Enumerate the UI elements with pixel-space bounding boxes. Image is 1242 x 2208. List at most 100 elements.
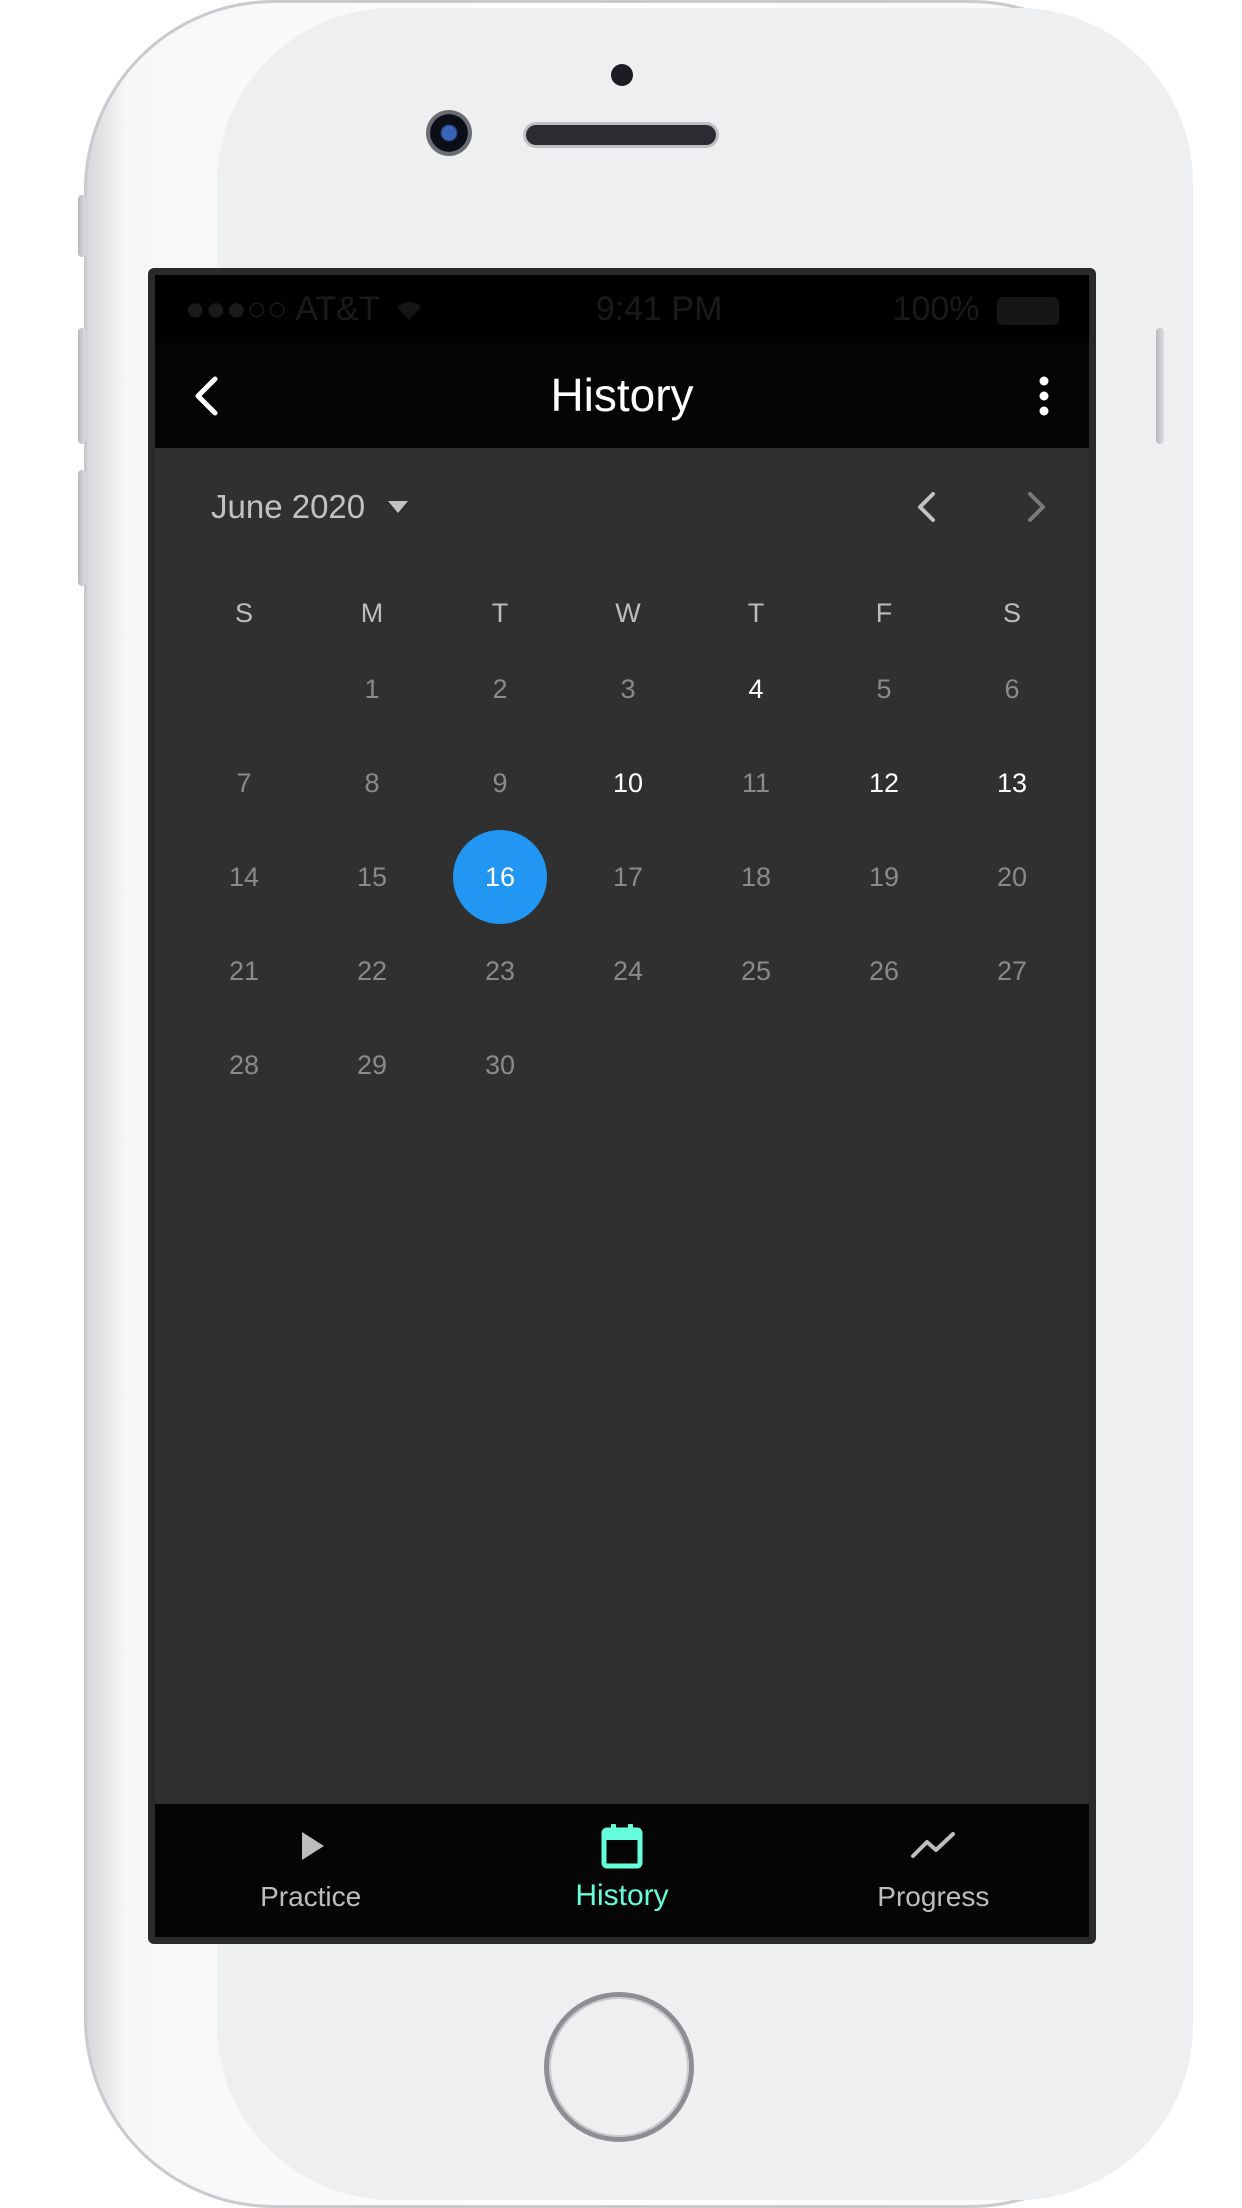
calendar-grid: 1 2 3 4 5 6 7 8 9 10 11 12 13 14 15 16 17 18 19 20 21 22 23 24 2… — [180, 642, 1076, 1112]
calendar-day-number: 19 — [868, 861, 900, 892]
previous-month-button[interactable] — [902, 482, 952, 532]
calendar-day-number: 5 — [876, 673, 892, 704]
calendar-day-number: 10 — [612, 767, 644, 798]
calendar-day-number: 25 — [740, 955, 772, 986]
calendar-day-number: 16 — [453, 830, 547, 924]
calendar-day-23[interactable]: 23 — [436, 924, 564, 1018]
calendar-day-14[interactable]: 14 — [180, 830, 308, 924]
nav-label: Practice — [260, 1881, 362, 1912]
caret-down-icon[interactable] — [386, 498, 410, 516]
calendar-day-7[interactable]: 7 — [180, 736, 308, 830]
earpiece-speaker — [526, 125, 716, 145]
calendar-empty-cell — [692, 1018, 820, 1112]
screen: ●●●○○ AT&T 9:41 PM 100% History June 202… — [148, 268, 1096, 1944]
calendar-day-4[interactable]: 4 — [692, 642, 820, 736]
calendar-day-24[interactable]: 24 — [564, 924, 692, 1018]
calendar-day-number: 30 — [484, 1049, 516, 1080]
play-icon — [301, 1832, 324, 1860]
calendar-week-row: 28 29 30 — [180, 1018, 1076, 1112]
calendar-day-number: 29 — [356, 1049, 388, 1080]
weekday-label: T — [491, 598, 509, 628]
calendar-day-15[interactable]: 15 — [308, 830, 436, 924]
calendar-day-19[interactable]: 19 — [820, 830, 948, 924]
power-button — [1156, 328, 1164, 444]
calendar-day-28[interactable]: 28 — [180, 1018, 308, 1112]
calendar-day-12[interactable]: 12 — [820, 736, 948, 830]
proximity-sensor — [611, 64, 633, 86]
calendar-empty-cell — [564, 1018, 692, 1112]
calendar-day-number: 2 — [492, 673, 508, 704]
calendar-day-8[interactable]: 8 — [308, 736, 436, 830]
weekday-label: F — [875, 598, 893, 628]
calendar-day-number: 24 — [612, 955, 644, 986]
calendar-day-number: 8 — [364, 767, 380, 798]
nav-practice[interactable]: Practice — [155, 1804, 466, 1937]
weekday-label: M — [360, 598, 384, 628]
weekday-label: T — [747, 598, 765, 628]
front-camera — [430, 114, 468, 152]
mute-switch — [78, 195, 86, 257]
trending-up-icon — [911, 1832, 956, 1858]
calendar-empty-cell — [820, 1018, 948, 1112]
calendar-day-number: 13 — [996, 767, 1028, 798]
calendar-day-number: 27 — [996, 955, 1028, 986]
calendar-day-21[interactable]: 21 — [180, 924, 308, 1018]
battery-status: 100% — [893, 290, 1059, 329]
calendar-day-25[interactable]: 25 — [692, 924, 820, 1018]
calendar-day-number: 1 — [364, 673, 380, 704]
calendar-day-number: 9 — [492, 767, 508, 798]
app-screen: ●●●○○ AT&T 9:41 PM 100% History June 202… — [155, 275, 1089, 1937]
weekday-label: W — [615, 598, 641, 628]
home-button[interactable] — [549, 1997, 689, 2137]
calendar-day-29[interactable]: 29 — [308, 1018, 436, 1112]
wifi-icon — [396, 302, 421, 320]
calendar-day-6[interactable]: 6 — [948, 642, 1076, 736]
weekday-label: S — [234, 598, 253, 628]
weekday-label: S — [1002, 598, 1021, 628]
calendar-day-number: 14 — [228, 861, 260, 892]
calendar-day-number: 26 — [868, 955, 900, 986]
nav-progress[interactable]: Progress — [778, 1804, 1089, 1937]
calendar-day-number: 6 — [1004, 673, 1020, 704]
nav-history[interactable]: History — [466, 1804, 777, 1937]
calendar-day-5[interactable]: 5 — [820, 642, 948, 736]
calendar-day-17[interactable]: 17 — [564, 830, 692, 924]
status-bar: ●●●○○ AT&T 9:41 PM 100% — [155, 275, 1089, 343]
battery-percent: 100% — [892, 289, 980, 328]
weekday-header: S M T W T F S — [180, 583, 1076, 643]
calendar-day-1[interactable]: 1 — [308, 642, 436, 736]
calendar-day-27[interactable]: 27 — [948, 924, 1076, 1018]
nav-label: Progress — [877, 1881, 990, 1912]
calendar-day-3[interactable]: 3 — [564, 642, 692, 736]
calendar-day-number: 12 — [868, 767, 900, 798]
calendar-day-number: 28 — [228, 1049, 260, 1080]
calendar-day-30[interactable]: 30 — [436, 1018, 564, 1112]
calendar-day-9[interactable]: 9 — [436, 736, 564, 830]
calendar-day-16[interactable]: 16 — [436, 830, 564, 924]
calendar-day-22[interactable]: 22 — [308, 924, 436, 1018]
calendar-day-number: 3 — [620, 673, 636, 704]
calendar-day-20[interactable]: 20 — [948, 830, 1076, 924]
bottom-navigation: Practice History Progress — [155, 1804, 1089, 1937]
month-dropdown[interactable]: June 2020 — [211, 448, 365, 566]
calendar-day-2[interactable]: 2 — [436, 642, 564, 736]
calendar-day-11[interactable]: 11 — [692, 736, 820, 830]
calendar-icon — [601, 1824, 643, 1869]
calendar-day-26[interactable]: 26 — [820, 924, 948, 1018]
calendar-day-18[interactable]: 18 — [692, 830, 820, 924]
page-title: History — [550, 369, 694, 421]
next-month-button[interactable] — [1011, 482, 1061, 532]
calendar-week-row: 7 8 9 10 11 12 13 — [180, 736, 1076, 830]
calendar-day-number: 7 — [236, 767, 252, 798]
calendar-day-10[interactable]: 10 — [564, 736, 692, 830]
calendar-day-number: 11 — [741, 767, 771, 798]
nav-label: History — [575, 1879, 669, 1912]
calendar-day-number: 22 — [356, 955, 388, 986]
more-vert-icon[interactable] — [1029, 371, 1059, 421]
calendar-day-number: 17 — [612, 861, 644, 892]
calendar-empty-cell — [180, 642, 308, 736]
app-bar: History — [155, 343, 1089, 448]
calendar-day-number: 23 — [484, 955, 516, 986]
calendar-day-13[interactable]: 13 — [948, 736, 1076, 830]
battery-icon — [996, 296, 1059, 325]
